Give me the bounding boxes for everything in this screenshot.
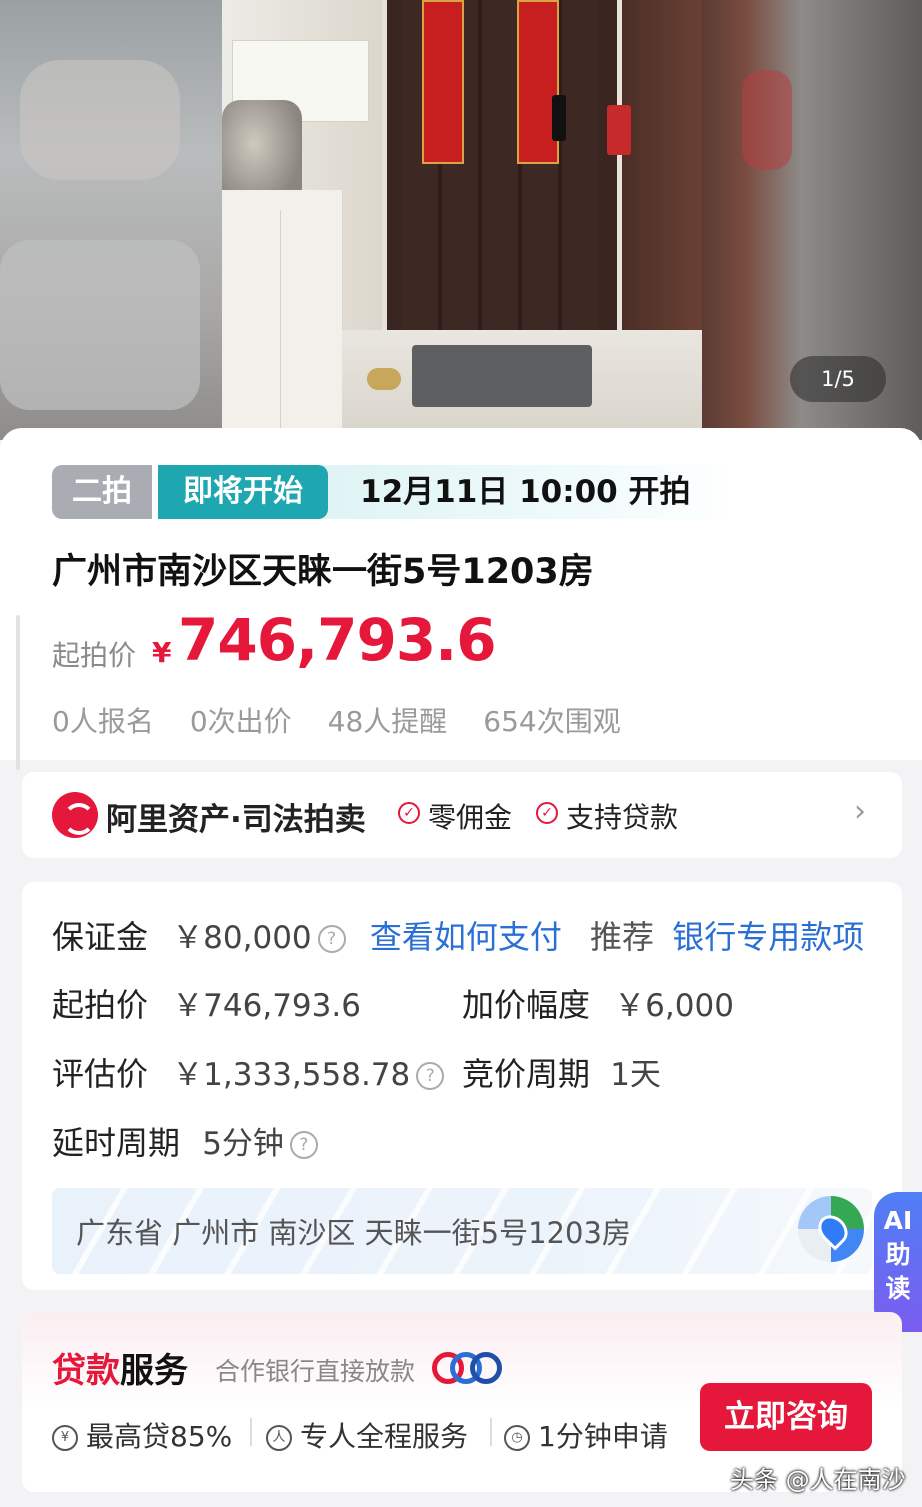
start-price-label: 起拍价 <box>52 639 137 672</box>
ali-assets-logo-icon <box>52 792 98 838</box>
start-price-row: 起拍价 ￥746,793.6 <box>52 980 361 1026</box>
bidding-cycle-row: 竞价周期 1天 <box>462 1049 661 1095</box>
perk-loan-support: 支持贷款 <box>566 801 679 834</box>
how-to-pay-link[interactable]: 查看如何支付 <box>370 918 562 956</box>
appraisal-row: 评估价 ￥1,333,558.78? <box>52 1049 445 1095</box>
recommend-label: 推荐 <box>590 918 655 956</box>
map-pin-icon[interactable] <box>798 1196 864 1262</box>
divider <box>490 1418 492 1446</box>
round-tag: 二拍 <box>52 465 152 519</box>
ai-tab-line1: AI <box>883 1206 913 1235</box>
gallery-blur-left <box>0 0 222 440</box>
loan-title-highlight: 贷款 <box>52 1351 120 1391</box>
increment-value: ￥6,000 <box>614 988 734 1024</box>
property-address: 广东省 广州市 南沙区 天睐一街5号1203房 <box>76 1216 631 1250</box>
bidding-cycle-value: 1天 <box>610 1057 661 1093</box>
increment-row: 加价幅度 ￥6,000 <box>462 980 734 1026</box>
loan-subtitle: 合作银行直接放款 <box>215 1357 416 1386</box>
stat-registrations: 0人报名 <box>52 705 154 738</box>
ai-reader-tab[interactable]: AI 助 读 <box>874 1192 922 1332</box>
delay-row: 延时周期 5分钟? <box>52 1118 318 1164</box>
delay-value: 5分钟 <box>202 1126 284 1162</box>
delay-label: 延时周期 <box>52 1124 181 1162</box>
auction-start-time: 12月11日 10:00 开拍 <box>320 465 740 519</box>
chevron-right-icon[interactable]: › <box>854 794 866 829</box>
partner-bank-logos-icon <box>432 1352 504 1384</box>
consult-now-button[interactable]: 立即咨询 <box>700 1383 872 1451</box>
property-title: 广州市南沙区天睐一街5号1203房 <box>52 552 594 592</box>
loan-feature-apply: ◷ 1分钟申请 <box>504 1415 668 1455</box>
stat-bids: 0次出价 <box>189 705 292 738</box>
deposit-row: 保证金 ￥80,000? 查看如何支付 推荐 银行专用款项 <box>52 912 864 958</box>
start-price-value: 746,793.6 <box>178 606 497 674</box>
help-icon[interactable]: ? <box>289 1131 318 1159</box>
help-icon[interactable]: ? <box>416 1062 445 1090</box>
detail-start-price-label: 起拍价 <box>52 986 149 1024</box>
photo-gallery[interactable] <box>0 0 922 440</box>
deposit-value: ￥80,000 <box>172 920 312 956</box>
status-tag: 即将开始 <box>158 465 328 519</box>
currency-symbol: ¥ <box>152 636 172 669</box>
bank-account-link[interactable]: 银行专用款项 <box>672 918 864 956</box>
help-icon[interactable]: ? <box>317 925 346 953</box>
loan-feature-max: ¥ 最高贷85% <box>52 1415 232 1455</box>
appraisal-label: 评估价 <box>52 1055 149 1093</box>
platform-bar[interactable]: 阿里资产·司法拍卖 ✓ 零佣金 ✓ 支持贷款 › <box>22 772 902 858</box>
bidding-cycle-label: 竞价周期 <box>462 1055 591 1093</box>
detail-start-price-value: ￥746,793.6 <box>172 988 361 1024</box>
perk-zero-commission: 零佣金 <box>428 801 513 834</box>
yuan-icon: ¥ <box>52 1425 78 1451</box>
clock-icon: ◷ <box>504 1425 530 1451</box>
check-circle-icon: ✓ <box>398 802 420 824</box>
scroll-indicator <box>16 615 20 770</box>
ai-tab-line3: 读 <box>885 1274 911 1303</box>
deposit-label: 保证金 <box>52 918 149 956</box>
loan-title-rest: 服务 <box>120 1351 188 1391</box>
appraisal-value: ￥1,333,558.78 <box>172 1057 411 1093</box>
platform-name: 阿里资产·司法拍卖 <box>106 802 366 838</box>
ai-tab-line2: 助 <box>885 1240 911 1269</box>
stat-views: 654次围观 <box>483 705 621 738</box>
divider <box>250 1418 252 1446</box>
property-photo[interactable] <box>222 0 702 440</box>
address-map-box[interactable]: 广东省 广州市 南沙区 天睐一街5号1203房 <box>52 1188 872 1274</box>
person-icon: 人 <box>266 1425 292 1451</box>
increment-label: 加价幅度 <box>462 986 591 1024</box>
check-circle-icon: ✓ <box>536 802 558 824</box>
auction-stats: 0人报名 0次出价 48人提醒 654次围观 <box>52 700 621 740</box>
stat-reminders: 48人提醒 <box>327 705 448 738</box>
watermark-text: 头条 @人在南沙 <box>730 1466 906 1494</box>
loan-title: 贷款服务 <box>52 1343 188 1392</box>
loan-feature-service: 人专人全程服务 <box>266 1415 468 1455</box>
photo-counter: 1/5 <box>790 356 886 402</box>
